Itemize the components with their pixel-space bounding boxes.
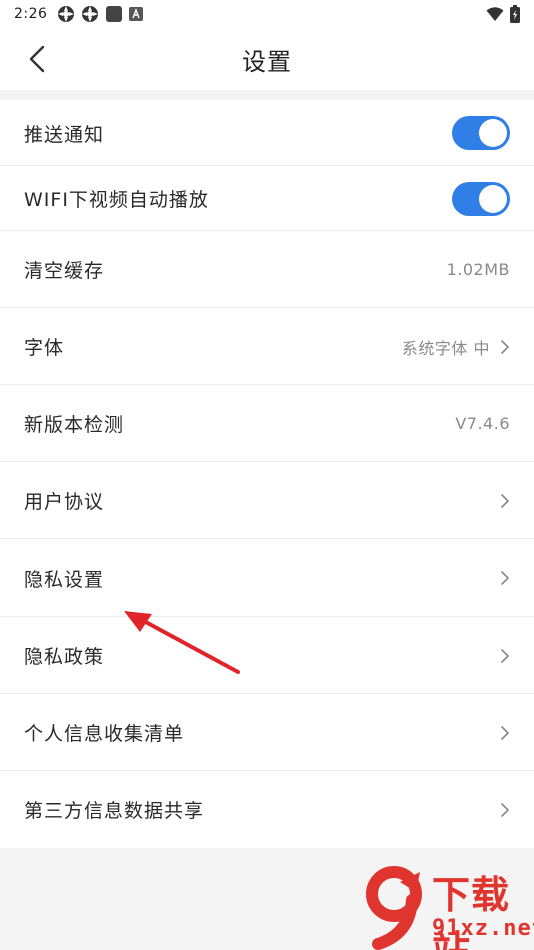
- header: 设置: [0, 28, 534, 90]
- toggle-knob: [479, 119, 507, 147]
- row-clear-cache[interactable]: 清空缓存 1.02MB: [0, 231, 534, 308]
- row-label: 隐私政策: [24, 646, 105, 668]
- row-privacy-policy[interactable]: 隐私政策: [0, 617, 534, 694]
- row-label: 第三方信息数据共享: [24, 800, 205, 822]
- row-wifi-autoplay[interactable]: WIFI下视频自动播放: [0, 166, 534, 231]
- font-value: 系统字体 中: [401, 338, 490, 358]
- chevron-right-icon: [501, 339, 509, 354]
- watermark-logo: 下载站 91xz.net: [360, 858, 534, 950]
- a-icon: [129, 7, 144, 21]
- status-bar: 2:26: [0, 0, 534, 28]
- toggle-knob: [479, 184, 507, 213]
- watermark-9-logo-icon: [366, 866, 422, 950]
- wifi-icon: [486, 7, 504, 21]
- chevron-right-icon: [501, 493, 509, 508]
- watermark-url: 91xz.net: [432, 916, 534, 941]
- push-notification-toggle[interactable]: [452, 116, 510, 150]
- row-label: 隐私设置: [24, 568, 105, 591]
- chevron-left-icon: [29, 45, 45, 73]
- row-personal-info-list[interactable]: 个人信息收集清单: [0, 694, 534, 771]
- chevron-right-icon: [501, 802, 509, 817]
- gear-like-icon: [58, 6, 75, 22]
- row-label: 推送通知: [24, 123, 105, 146]
- row-push-notification[interactable]: 推送通知: [0, 100, 534, 166]
- row-label: 清空缓存: [24, 260, 105, 282]
- chevron-right-icon: [501, 648, 509, 663]
- status-system-icons: [486, 5, 520, 23]
- row-label: 字体: [24, 337, 65, 359]
- battery-icon: [510, 5, 520, 23]
- row-label: 个人信息收集清单: [24, 723, 185, 745]
- cache-size-value: 1.02MB: [446, 260, 510, 279]
- chevron-right-icon: [501, 571, 509, 585]
- row-privacy-settings[interactable]: 隐私设置: [0, 539, 534, 617]
- row-font[interactable]: 字体 系统字体 中: [0, 308, 534, 385]
- page-title: 设置: [242, 47, 292, 76]
- row-version-check[interactable]: 新版本检测 V7.4.6: [0, 385, 534, 462]
- wifi-autoplay-toggle[interactable]: [452, 181, 510, 216]
- row-label: 用户协议: [24, 491, 105, 513]
- chevron-right-icon: [501, 725, 509, 740]
- square-icon: [106, 6, 123, 22]
- version-value: V7.4.6: [455, 414, 510, 433]
- status-time: 2:26: [14, 6, 48, 22]
- row-label: 新版本检测: [24, 414, 125, 436]
- gear-like-icon: [82, 6, 99, 22]
- status-notification-icons: [57, 5, 144, 23]
- row-user-agreement[interactable]: 用户协议: [0, 462, 534, 539]
- row-third-party-sharing[interactable]: 第三方信息数据共享: [0, 771, 534, 848]
- row-label: WIFI下视频自动播放: [24, 189, 209, 211]
- settings-list: 推送通知 WIFI下视频自动播放 清空缓存 1.02MB 字体 系统字体 中 新…: [0, 100, 534, 848]
- back-button[interactable]: [20, 42, 54, 76]
